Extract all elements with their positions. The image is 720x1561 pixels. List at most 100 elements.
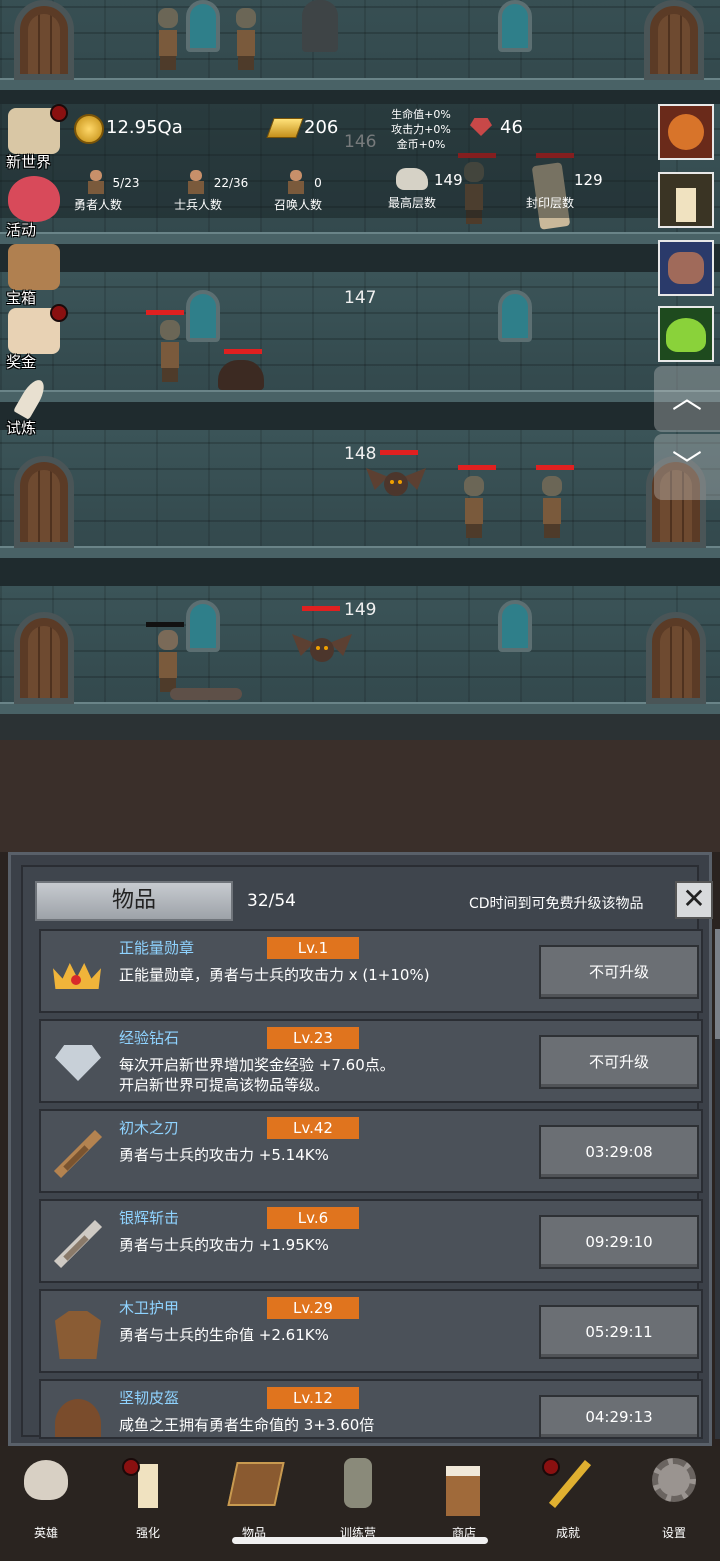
item-row: 木卫护甲 Lv.29 勇者与士兵的生命值 +2.61K% 05:29:11 [39, 1289, 703, 1373]
gear-icon [648, 1454, 700, 1510]
hero-character[interactable] [156, 630, 180, 694]
item-desc: 每次开启新世界增加奖金经验 +7.60点。 开启新世界可提高该物品等级。 [119, 1056, 395, 1094]
notification-badge [50, 104, 68, 122]
coin-amount: 12.95Qa [106, 117, 183, 138]
floor-number: 147 [344, 288, 377, 308]
nav-enhance[interactable]: 强化 [108, 1454, 188, 1544]
upgrade-cooldown-button[interactable]: 04:29:13 [539, 1395, 699, 1437]
heart-icon [8, 176, 60, 222]
item-name: 正能量勋章 [119, 939, 195, 957]
items-panel: 物品 32/54 CD时间到可免费升级该物品 ✕ 正能量勋章 Lv.1 正能量勋… [8, 852, 720, 1446]
fruit-icon[interactable] [658, 104, 714, 160]
item-level: Lv.1 [267, 937, 359, 959]
notification-badge [122, 1458, 140, 1476]
side-menu-label: 新世界 [6, 153, 52, 171]
candle-icon[interactable] [658, 172, 714, 228]
zombie-enemy[interactable] [540, 476, 564, 540]
item-level: Lv.12 [267, 1387, 359, 1409]
side-menu-new-world[interactable]: 新世界 [4, 104, 68, 171]
side-menu-trial[interactable]: 试炼 [4, 370, 66, 437]
window [498, 290, 532, 342]
max-floor-icon [396, 168, 428, 190]
home-indicator[interactable] [232, 1537, 488, 1544]
item-row: 银辉斩击 Lv.6 勇者与士兵的攻击力 +1.95K% 09:29:10 [39, 1199, 703, 1283]
sealed-floor-value: 129 [574, 171, 603, 189]
zombie-enemy[interactable] [158, 320, 182, 384]
nav-items[interactable]: 物品 [214, 1454, 294, 1544]
enemy-hp-bar [536, 465, 574, 470]
nav-settings[interactable]: 设置 [634, 1454, 714, 1544]
window [186, 600, 220, 652]
summon-count-icon [286, 170, 306, 194]
scrollbar-thumb[interactable] [715, 929, 720, 1039]
nav-label: 英雄 [33, 1526, 58, 1540]
bat-enemy[interactable] [366, 466, 426, 500]
window [498, 600, 532, 652]
upgrade-cooldown-button[interactable]: 05:29:11 [539, 1305, 699, 1359]
side-menu-label: 试炼 [6, 419, 37, 437]
door [14, 456, 74, 548]
item-desc: 勇者与士兵的攻击力 +5.14K% [119, 1146, 329, 1164]
crown-icon [49, 945, 105, 1001]
window [498, 0, 532, 52]
sealed-floor-label: 封印层数 [525, 196, 574, 210]
pig-icon[interactable] [658, 240, 714, 296]
summon-count-label: 召唤人数 [273, 198, 322, 212]
panel-hint: CD时间到可免费升级该物品 [469, 896, 644, 912]
scrollbar[interactable] [715, 929, 720, 1439]
gold-bonus: 金币+0% [396, 138, 446, 151]
gold-bar-amount: 206 [304, 117, 339, 138]
slime-icon[interactable] [658, 306, 714, 362]
nav-achievements[interactable]: 成就 [528, 1454, 608, 1544]
item-row: 坚韧皮盔 Lv.12 咸鱼之王拥有勇者生命值的 3+3.60倍 04:29:13 [39, 1379, 703, 1439]
item-desc: 勇者与士兵的攻击力 +1.95K% [119, 1236, 329, 1254]
enemy-hp-bar [146, 310, 184, 315]
floor-gap [0, 558, 720, 586]
side-menu-bonus[interactable]: 奖金 [4, 304, 68, 371]
zombie-enemy[interactable] [234, 8, 258, 72]
zombie-enemy[interactable] [462, 476, 486, 540]
door [14, 0, 74, 80]
nav-shop[interactable]: 商店 [424, 1454, 504, 1544]
door [644, 0, 704, 80]
side-menu-event[interactable]: 活动 [4, 172, 66, 239]
coin-icon [74, 114, 104, 144]
upgrade-cooldown-button[interactable]: 09:29:10 [539, 1215, 699, 1269]
nav-heroes[interactable]: 英雄 [6, 1454, 86, 1544]
book-icon [227, 1454, 285, 1510]
skull-icon [20, 1454, 72, 1510]
item-level: Lv.42 [267, 1117, 359, 1139]
upgrade-cooldown-button[interactable]: 03:29:08 [539, 1125, 699, 1179]
bat-enemy[interactable] [292, 632, 352, 666]
close-button[interactable]: ✕ [675, 881, 713, 919]
ghost-enemy[interactable] [302, 0, 338, 52]
scroll-up-button[interactable]: ︿ [654, 366, 720, 432]
wooden-sword-icon [49, 1125, 105, 1181]
item-count: 32/54 [247, 891, 296, 911]
item-row: 初木之刃 Lv.42 勇者与士兵的攻击力 +5.14K% 03:29:08 [39, 1109, 703, 1193]
panel-title: 物品 [35, 881, 233, 921]
side-menu-chest[interactable]: 宝箱 [4, 240, 66, 307]
zombie-enemy[interactable] [156, 8, 180, 72]
spider-enemy[interactable] [218, 360, 264, 390]
notification-badge [50, 304, 68, 322]
enemy-hp-bar [224, 349, 262, 354]
diamond-icon [49, 1035, 105, 1091]
item-row: 正能量勋章 Lv.1 正能量勋章，勇者与士兵的攻击力 x (1+10%) 不可升… [39, 929, 703, 1013]
soldier-count-value: 22/36 [213, 176, 249, 190]
item-name: 木卫护甲 [119, 1299, 180, 1317]
hero-count-value: 5/23 [112, 176, 140, 190]
armor-icon [49, 1305, 105, 1361]
lantern-icon [332, 1454, 384, 1510]
fallen-hero [170, 688, 242, 700]
hero-hp-bar [146, 622, 184, 627]
upgrade-button[interactable]: 不可升级 [539, 945, 699, 999]
notification-badge [542, 1458, 560, 1476]
nav-training[interactable]: 训练营 [318, 1454, 398, 1544]
scroll-down-button[interactable]: ﹀ [654, 434, 720, 500]
upgrade-button[interactable]: 不可升级 [539, 1035, 699, 1089]
item-name: 初木之刃 [119, 1119, 180, 1137]
floor-number: 148 [344, 444, 377, 464]
max-floor-value: 149 [434, 171, 463, 189]
hero-count-icon [86, 170, 106, 194]
